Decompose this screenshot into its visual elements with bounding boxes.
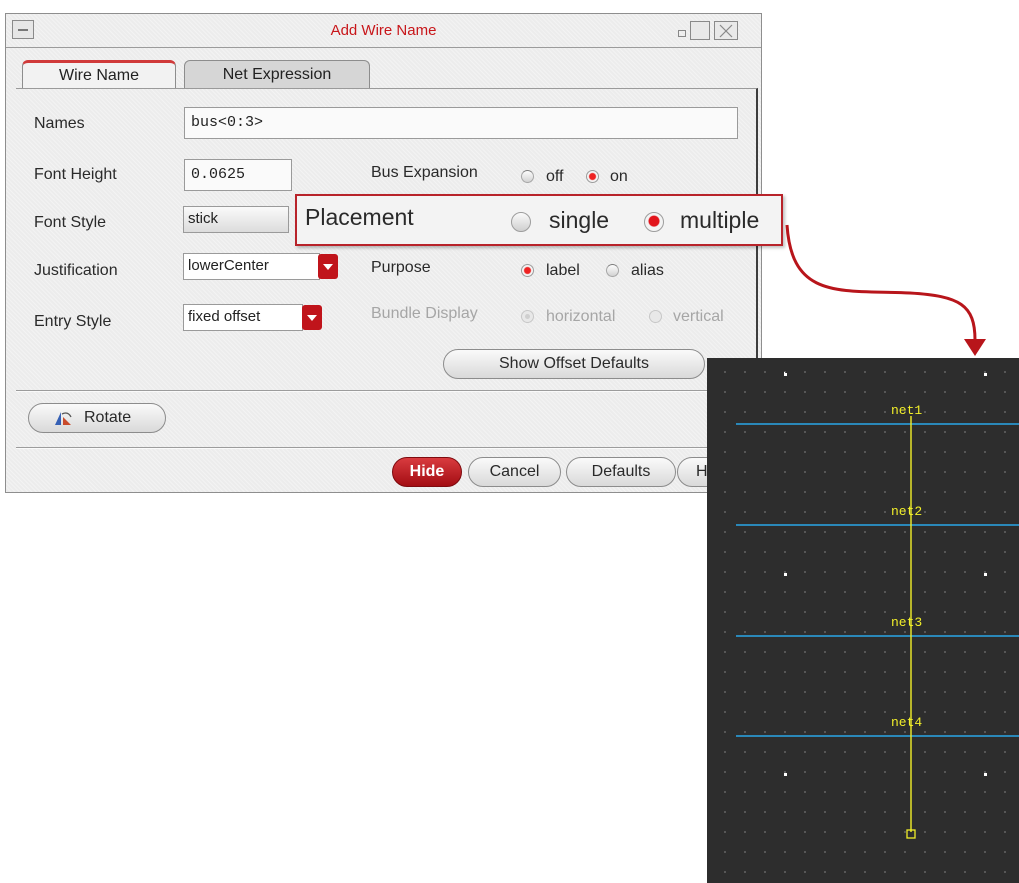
net-label-3[interactable]: net3 (891, 615, 922, 630)
net-label-1[interactable]: net1 (891, 403, 922, 418)
net-label-4[interactable]: net4 (891, 715, 922, 730)
schematic-view[interactable]: net1 net2 net3 net4 (707, 358, 1019, 883)
schematic-canvas (736, 372, 1019, 839)
net-label-2[interactable]: net2 (891, 504, 922, 519)
